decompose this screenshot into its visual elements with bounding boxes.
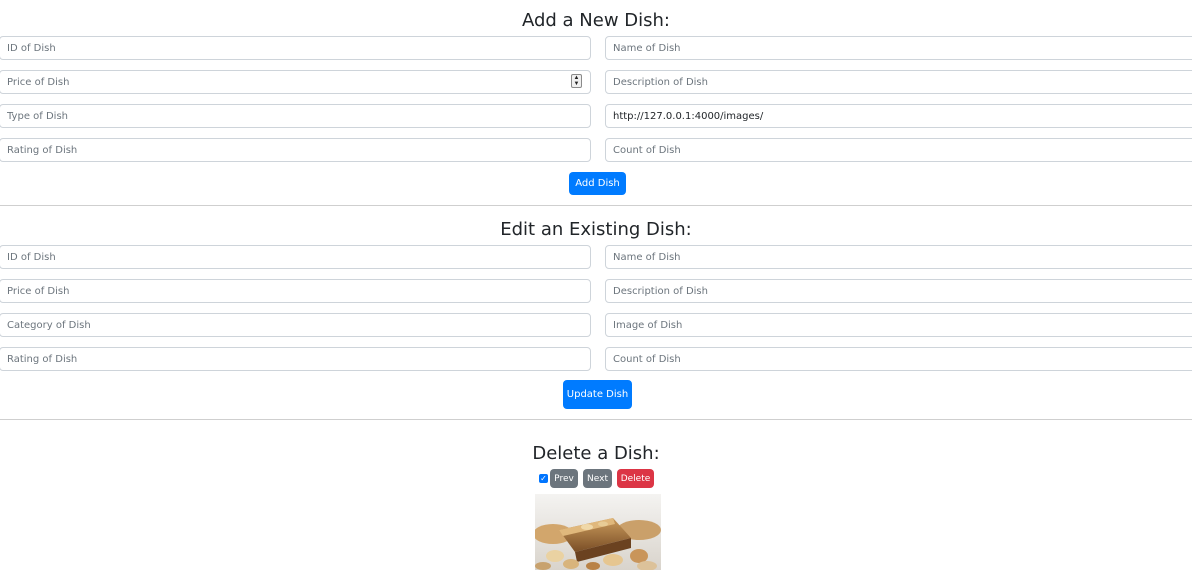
add-id-input[interactable] xyxy=(0,36,591,60)
edit-image-input[interactable] xyxy=(605,313,1192,337)
edit-count-input[interactable] xyxy=(605,347,1192,371)
edit-rating-input[interactable] xyxy=(0,347,591,371)
dish-photo xyxy=(535,494,661,570)
add-rating-input[interactable] xyxy=(0,138,591,162)
add-count-input[interactable] xyxy=(605,138,1192,162)
edit-description-input[interactable] xyxy=(605,279,1192,303)
edit-name-input[interactable] xyxy=(605,245,1192,269)
add-name-input[interactable] xyxy=(605,36,1192,60)
divider xyxy=(0,205,1192,206)
delete-dish-title: Delete a Dish: xyxy=(532,443,660,464)
edit-price-input[interactable] xyxy=(0,279,591,303)
prev-button[interactable]: Prev xyxy=(550,469,578,488)
add-type-input[interactable] xyxy=(0,104,591,128)
add-price-input[interactable] xyxy=(0,70,591,94)
add-image-input[interactable] xyxy=(605,104,1192,128)
add-dish-button[interactable]: Add Dish xyxy=(569,172,626,195)
edit-id-input[interactable] xyxy=(0,245,591,269)
add-description-input[interactable] xyxy=(605,70,1192,94)
add-dish-title: Add a New Dish: xyxy=(521,10,671,31)
price-spinner-icon[interactable]: ▲ ▼ xyxy=(571,74,582,88)
next-button[interactable]: Next xyxy=(583,469,612,488)
divider xyxy=(0,419,1192,420)
dish-admin-page: Add a New Dish: ▲▼ Add Dish Edit an Exis… xyxy=(0,0,1192,570)
delete-button[interactable]: Delete xyxy=(617,469,654,488)
edit-dish-title: Edit an Existing Dish: xyxy=(500,219,692,240)
select-dish-checkbox[interactable]: ✓ xyxy=(539,474,548,483)
edit-category-input[interactable] xyxy=(0,313,591,337)
update-dish-button[interactable]: Update Dish xyxy=(563,380,632,409)
